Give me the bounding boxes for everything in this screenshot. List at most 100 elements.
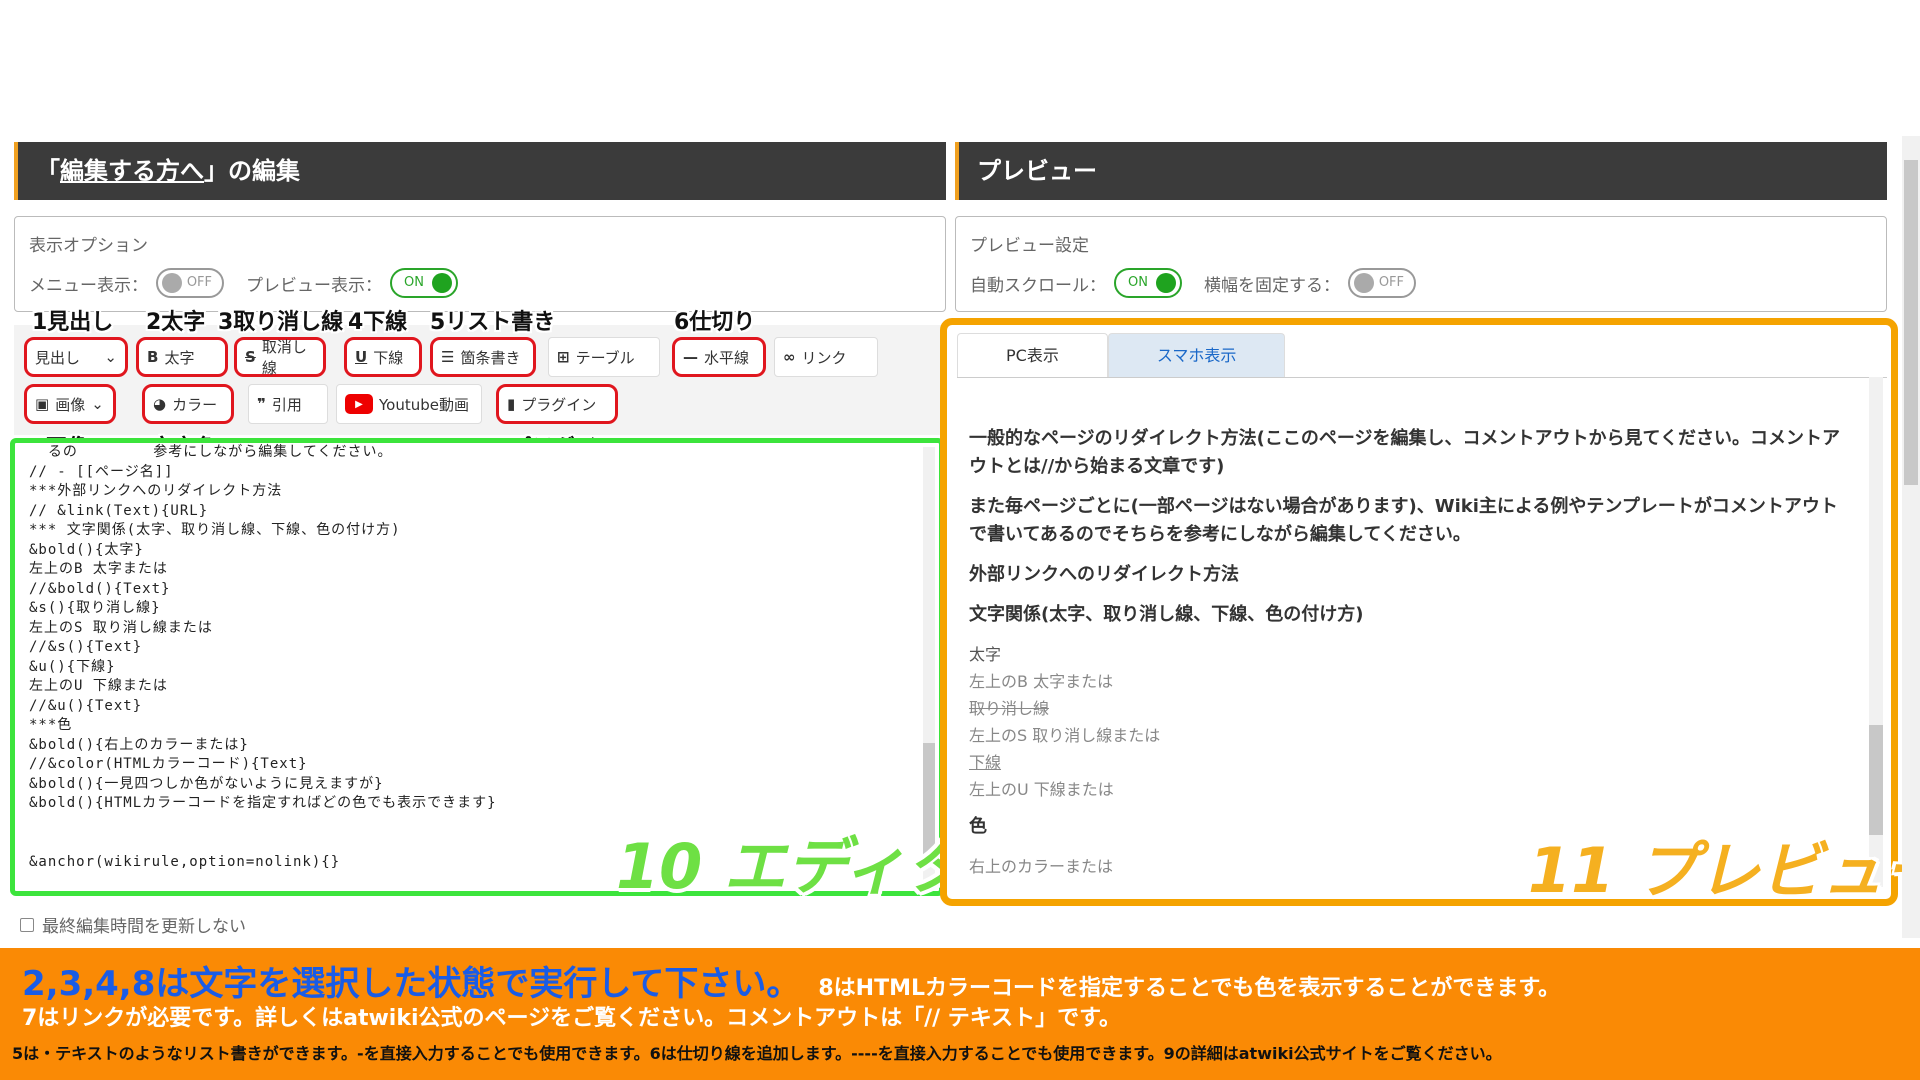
editor-line: &bold(){太字} — [29, 541, 144, 558]
banner-line-1a: 2,3,4,8は文字を選択した状態で実行して下さい。 — [22, 964, 801, 1004]
plugin-label: プラグイン — [521, 395, 597, 414]
plugin-button[interactable]: ▮ プラグイン — [496, 384, 618, 424]
fix-width-toggle[interactable]: OFF — [1348, 268, 1416, 298]
bold-button[interactable]: B 太字 — [136, 337, 228, 377]
editor-line: // &link(Text){URL} — [29, 502, 209, 519]
page-scrollbar-thumb[interactable] — [1904, 160, 1918, 485]
editor-line: ***外部リンクへのリダイレクト方法 — [29, 483, 283, 499]
bullet-list-button[interactable]: ☰ 箇条書き — [430, 337, 536, 377]
banner-line-2: 7はリンクが必要です。詳しくはatwiki公式のページをご覧ください。コメントア… — [22, 1006, 1121, 1031]
editor-line: //&color(HTMLカラーコード){Text} — [29, 756, 308, 772]
edit-header-prefix: 「 — [36, 157, 60, 185]
quote-button[interactable]: ❞ 引用 — [248, 384, 328, 424]
link-label: リンク — [801, 348, 847, 367]
edit-page-link[interactable]: 編集する方へ — [60, 157, 204, 185]
menu-display-toggle[interactable]: OFF — [156, 268, 224, 298]
heading-select-value: 見出し — [35, 348, 81, 367]
editor-line: &u(){下線} — [29, 658, 116, 675]
menu-display-label: メニュー表示： — [29, 275, 148, 296]
editor-line: 左上のS 取り消し線または — [29, 619, 213, 636]
last-edit-checkbox[interactable] — [20, 917, 34, 932]
callout-divider: 6仕切り — [674, 310, 756, 335]
list-icon: ☰ — [441, 348, 455, 366]
underline-label: 下線 — [373, 348, 404, 367]
preview-settings-title: プレビュー設定 — [970, 236, 1089, 256]
editor-line: るの 参考にしながら編集してください。 — [29, 444, 393, 460]
strikethrough-button[interactable]: S 取消し線 — [234, 337, 326, 377]
editor-line: 左上のU 下線または — [29, 678, 168, 694]
editor-line: //&bold(){Text} — [29, 580, 171, 597]
table-icon: ⊞ — [557, 348, 570, 366]
callout-heading: 1見出し — [32, 310, 114, 335]
bold-label: 太字 — [164, 348, 195, 367]
preview-content: 一般的なページのリダイレクト方法(ここのページを編集し、コメントアウトから見てく… — [969, 425, 1849, 880]
edit-panel-header: 「編集する方へ」の編集 — [14, 142, 946, 200]
toggle-knob — [1354, 273, 1374, 293]
instruction-banner: 2,3,4,8は文字を選択した状態で実行して下さい。 8はHTMLカラーコードを… — [0, 948, 1920, 1080]
preview-annotation-label: 11 プレビュー — [1528, 834, 1920, 907]
palette-icon: ◕ — [153, 395, 167, 413]
table-label: テーブル — [575, 348, 635, 367]
editor-line: //&s(){Text} — [29, 639, 143, 655]
preview-paragraph: 一般的なページのリダイレクト方法(ここのページを編集し、コメントアウトから見てく… — [969, 428, 1840, 477]
table-button[interactable]: ⊞ テーブル — [548, 337, 660, 377]
editor-line: *** 文字関係(太字、取り消し線、下線、色の付け方) — [29, 522, 401, 538]
autoscroll-toggle[interactable]: ON — [1114, 268, 1182, 298]
preview-display-label: プレビュー表示： — [246, 275, 382, 296]
toggle-knob — [162, 273, 182, 293]
heading-select[interactable]: 見出し ⌄ — [24, 337, 128, 377]
chevron-down-icon: ⌄ — [104, 348, 117, 366]
editor-line: //&u(){Text} — [29, 697, 143, 714]
link-icon: ∞ — [783, 348, 796, 366]
preview-settings-box: プレビュー設定 自動スクロール： ON 横幅を固定する： OFF — [955, 216, 1887, 312]
preview-display-toggle[interactable]: ON — [390, 268, 458, 298]
last-edit-option[interactable]: 最終編集時間を更新しない — [20, 912, 246, 937]
preview-heading: 外部リンクへのリダイレクト方法 — [969, 564, 1239, 585]
quote-icon: ❞ — [257, 395, 266, 413]
toggle-knob — [432, 273, 452, 293]
youtube-button[interactable]: ▶ Youtube動画 — [336, 384, 482, 424]
preview-panel: PC表示 スマホ表示 一般的なページのリダイレクト方法(ここのページを編集し、コ… — [940, 318, 1898, 906]
color-label: カラー — [172, 395, 218, 414]
youtube-label: Youtube動画 — [379, 395, 469, 414]
editor-line: // - [[ページ名]] — [29, 463, 174, 480]
link-button[interactable]: ∞ リンク — [774, 337, 878, 377]
quote-label: 引用 — [271, 395, 302, 414]
horizontal-rule-button[interactable]: — 水平線 — [672, 337, 766, 377]
tab-smartphone-view[interactable]: スマホ表示 — [1107, 333, 1286, 377]
bold-icon: B — [147, 348, 159, 366]
image-icon: ▣ — [35, 395, 50, 413]
editor-line: &s(){取り消し線} — [29, 600, 161, 616]
callout-list: 5リスト書き — [430, 310, 556, 335]
preview-text: 左上のU 下線または — [969, 780, 1114, 799]
color-button[interactable]: ◕ カラー — [142, 384, 234, 424]
display-options-box: 表示オプション メニュー表示： OFF プレビュー表示： ON — [14, 216, 946, 312]
tab-pc-view[interactable]: PC表示 — [957, 333, 1108, 377]
bullet-list-label: 箇条書き — [460, 348, 521, 367]
preview-heading: 文字関係(太字、取り消し線、下線、色の付け方) — [969, 604, 1364, 625]
toggle-state: ON — [404, 275, 424, 290]
autoscroll-label: 自動スクロール： — [970, 275, 1106, 296]
display-options-title: 表示オプション — [29, 236, 148, 256]
editor-text: るの 参考にしながら編集してください。 // - [[ページ名]] ***外部リンク… — [29, 443, 497, 872]
youtube-icon: ▶ — [345, 394, 373, 414]
underline-button[interactable]: U 下線 — [344, 337, 422, 377]
toggle-knob — [1156, 273, 1176, 293]
editor-line: 左上のB 太字または — [29, 561, 168, 577]
callout-underline: 4下線 — [348, 310, 408, 335]
preview-text: 左上のB 太字または — [969, 672, 1114, 691]
underline-icon: U — [355, 348, 368, 366]
editor-line: &bold(){右上のカラーまたは} — [29, 736, 249, 753]
tab-divider — [957, 377, 1887, 378]
editor-annotation-label: 10 エディタ — [616, 830, 968, 903]
editor-line: ***色 — [29, 717, 73, 733]
strikethrough-label: 取消し線 — [261, 338, 307, 377]
banner-line-1b: 8はHTMLカラーコードを指定することでも色を表示することができます。 — [818, 976, 1561, 1001]
toggle-state: OFF — [1378, 275, 1404, 290]
editor-line: &anchor(wikirule,option=nolink){} — [29, 853, 341, 870]
callout-strikethrough: 3取り消し線 — [218, 310, 344, 335]
image-button[interactable]: ▣ 画像 ⌄ — [24, 384, 116, 424]
preview-scrollbar-thumb[interactable] — [1869, 725, 1883, 835]
